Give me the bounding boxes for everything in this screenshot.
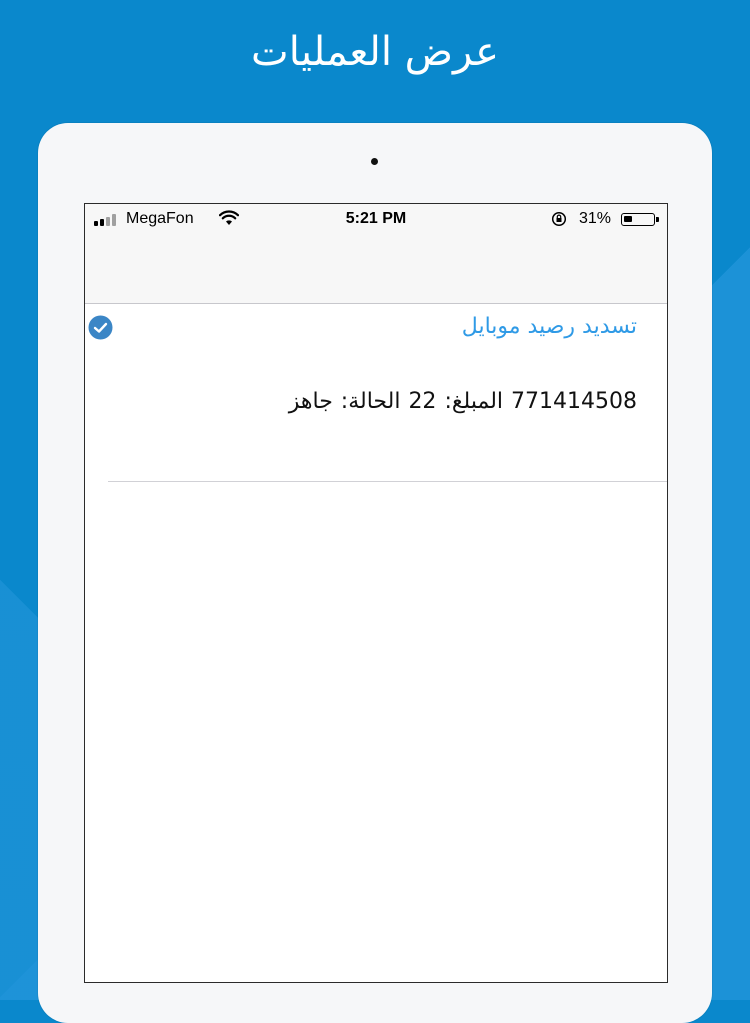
rotation-lock-icon <box>551 211 567 227</box>
battery-level <box>624 216 632 222</box>
row-divider <box>108 481 667 482</box>
status-label: الحالة: <box>340 389 401 414</box>
battery-percent: 31% <box>579 210 612 227</box>
navigation-bar <box>85 234 667 304</box>
amount-label: المبلغ: <box>444 389 504 414</box>
battery-tip <box>656 217 659 222</box>
transaction-detail: 771414508 المبلغ: 22 الحالة: جاهز <box>281 386 637 418</box>
amount-value: 22 <box>408 389 437 414</box>
transaction-title: تسديد رصيد موبايل <box>461 314 637 339</box>
status-bar: MegaFon 5:21 PM 31% <box>85 204 667 234</box>
transaction-row[interactable]: تسديد رصيد موبايل 771414508 المبلغ: 22 الحا… <box>85 304 667 482</box>
battery-icon <box>621 213 655 226</box>
checkmark-circle-icon <box>88 315 113 340</box>
camera-dot <box>371 158 378 165</box>
status-value: جاهز <box>288 389 333 414</box>
app-screen: MegaFon 5:21 PM 31% تسديد رصيد موبايل 77… <box>84 203 668 983</box>
promo-title: عرض العمليات <box>251 29 499 75</box>
tablet-frame: MegaFon 5:21 PM 31% تسديد رصيد موبايل 77… <box>38 123 712 1023</box>
transaction-number: 771414508 <box>511 389 637 414</box>
